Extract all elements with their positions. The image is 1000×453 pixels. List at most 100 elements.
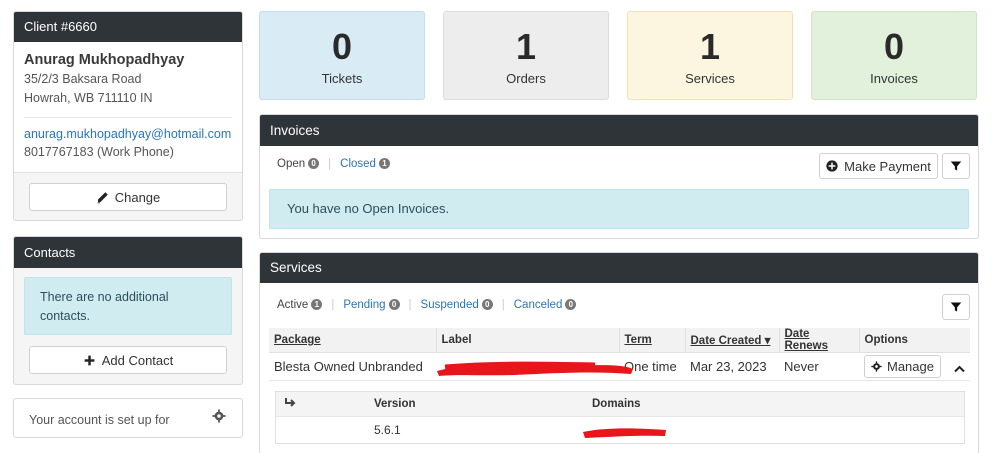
- tickets-count: 0: [331, 26, 353, 67]
- pencil-icon: [97, 191, 108, 203]
- client-email-link[interactable]: anurag.mukhopadhyay@hotmail.com: [24, 126, 232, 143]
- tickets-stat-card[interactable]: 0 Tickets: [259, 11, 425, 100]
- service-status-filters: Active 1 | Pending 0 | Suspended 0 | Cancel…: [277, 299, 577, 311]
- services-stat-card[interactable]: 1 Services: [627, 11, 793, 100]
- column-header-date-created[interactable]: Date Created ▾: [685, 328, 780, 353]
- cell-options: Manage: [859, 352, 970, 381]
- add-contact-button[interactable]: Add Contact: [29, 346, 227, 374]
- change-button-wrap: Change: [14, 173, 242, 220]
- table-header-row: Package Label Term Date Created ▾ Date R…: [269, 328, 970, 353]
- invoice-filter-button[interactable]: [942, 153, 970, 179]
- orders-count: 1: [515, 26, 537, 67]
- divider: |: [408, 299, 412, 311]
- column-header-version: Version: [366, 392, 584, 416]
- orders-stat-card[interactable]: 1 Orders: [443, 11, 609, 100]
- divider: |: [501, 299, 505, 311]
- plus-circle-icon: [826, 160, 838, 172]
- contacts-panel-header: Contacts: [14, 237, 242, 268]
- stats-row: 0 Tickets 1 Orders 1 Services 0 Invoices: [259, 11, 979, 100]
- make-payment-button[interactable]: Make Payment: [819, 153, 938, 179]
- filter-icon: [950, 161, 962, 171]
- sort-desc-icon: ▾: [764, 335, 771, 347]
- account-notice-panel: Your account is set up for: [13, 398, 243, 438]
- redaction-mark: [583, 428, 666, 438]
- no-open-invoices-alert: You have no Open Invoices.: [269, 189, 969, 229]
- date-created-label: Date Created: [690, 335, 762, 347]
- invoices-filter-row: Open 0 | Closed 1 Make Payment: [260, 146, 978, 184]
- left-column: Client #6660 Anurag Mukhopadhyay 35/2/3 …: [13, 11, 243, 438]
- no-contacts-message: There are no additional contacts.: [24, 277, 232, 335]
- column-header-term[interactable]: Term: [619, 328, 686, 353]
- column-header-domains: Domains: [584, 392, 964, 416]
- change-button-label: Change: [114, 189, 161, 205]
- change-button[interactable]: Change: [29, 183, 227, 211]
- count-badge: 1: [378, 158, 390, 170]
- filter-suspended[interactable]: Suspended 0: [421, 299, 493, 311]
- account-notice-text: Your account is set up for: [29, 413, 170, 427]
- client-phone: 8017767183 (Work Phone): [24, 145, 174, 159]
- invoices-panel: Invoices Open 0 | Closed 1 Make Payment Yo…: [259, 114, 979, 239]
- contacts-panel: Contacts There are no additional contact…: [13, 236, 243, 385]
- services-count: 1: [699, 26, 721, 67]
- service-filter-button[interactable]: [942, 294, 970, 320]
- divider: |: [331, 299, 335, 311]
- invoices-label: Invoices: [870, 71, 918, 86]
- level-down-arrow-icon: [285, 398, 296, 407]
- count-badge: 1: [311, 299, 323, 311]
- services-label: Services: [685, 71, 735, 86]
- count-badge: 0: [308, 158, 320, 170]
- filter-closed-label: Closed: [340, 158, 376, 170]
- client-panel-header: Client #6660: [14, 12, 242, 42]
- filter-active-label: Active: [277, 299, 309, 311]
- invoices-count: 0: [883, 26, 905, 67]
- make-payment-label: Make Payment: [844, 158, 931, 174]
- count-badge: 0: [388, 299, 400, 311]
- filter-canceled-label: Canceled: [513, 299, 563, 311]
- table-header-row: Version Domains: [276, 392, 964, 416]
- filter-pending-label: Pending: [343, 299, 386, 311]
- filter-pending[interactable]: Pending 0: [343, 299, 400, 311]
- filter-canceled[interactable]: Canceled 0: [514, 299, 577, 311]
- manage-button[interactable]: Manage: [864, 355, 941, 378]
- count-badge: 0: [565, 299, 577, 311]
- client-card: Anurag Mukhopadhyay 35/2/3 Baksara Road …: [14, 42, 242, 173]
- column-header-package[interactable]: Package: [269, 328, 437, 353]
- services-panel-header: Services: [260, 253, 978, 283]
- cell-date-created: Mar 23, 2023: [685, 352, 779, 381]
- services-panel: Services Active 1 | Pending 0 | Suspended 0…: [259, 252, 979, 453]
- invoice-status-filters: Open 0 | Closed 1: [277, 158, 390, 170]
- invoices-panel-header: Invoices: [260, 115, 978, 146]
- invoices-stat-card[interactable]: 0 Invoices: [811, 11, 977, 100]
- add-contact-label: Add Contact: [101, 352, 174, 368]
- redaction-mark: [437, 361, 633, 376]
- cell-package: Blesta Owned Unbranded: [269, 352, 436, 381]
- count-badge: 0: [481, 299, 493, 311]
- services-filter-row: Active 1 | Pending 0 | Suspended 0 | Cancel…: [260, 283, 978, 328]
- chevron-up-icon[interactable]: [953, 365, 965, 373]
- client-address-line1: 35/2/3 Baksara Road: [24, 72, 142, 86]
- client-name: Anurag Mukhopadhyay: [24, 52, 185, 68]
- cell-spacer: [276, 415, 366, 443]
- client-panel: Client #6660 Anurag Mukhopadhyay 35/2/3 …: [13, 11, 243, 221]
- filter-open-label: Open: [277, 158, 306, 170]
- filter-suspended-label: Suspended: [420, 299, 479, 311]
- divider: [24, 117, 232, 118]
- column-header-label: Label: [436, 328, 620, 353]
- divider: |: [328, 158, 332, 170]
- cell-date-renews: Never: [779, 352, 859, 381]
- cog-icon: [871, 361, 882, 372]
- add-contact-wrap: Add Contact: [14, 344, 242, 384]
- plus-icon: [84, 355, 95, 365]
- filter-open[interactable]: Open 0: [277, 158, 320, 170]
- manage-label: Manage: [887, 359, 934, 374]
- column-header-date-renews[interactable]: Date Renews: [779, 328, 860, 353]
- cell-version: 5.6.1: [366, 415, 584, 443]
- column-header-options: Options: [859, 328, 970, 353]
- sub-arrow-cell: [276, 392, 366, 416]
- gear-icon[interactable]: [212, 409, 226, 423]
- tickets-label: Tickets: [321, 71, 363, 86]
- filter-closed[interactable]: Closed 1: [340, 158, 390, 170]
- filter-active[interactable]: Active 1: [277, 299, 323, 311]
- client-address-line2: Howrah, WB 711110 IN: [24, 91, 153, 105]
- filter-icon: [950, 302, 962, 312]
